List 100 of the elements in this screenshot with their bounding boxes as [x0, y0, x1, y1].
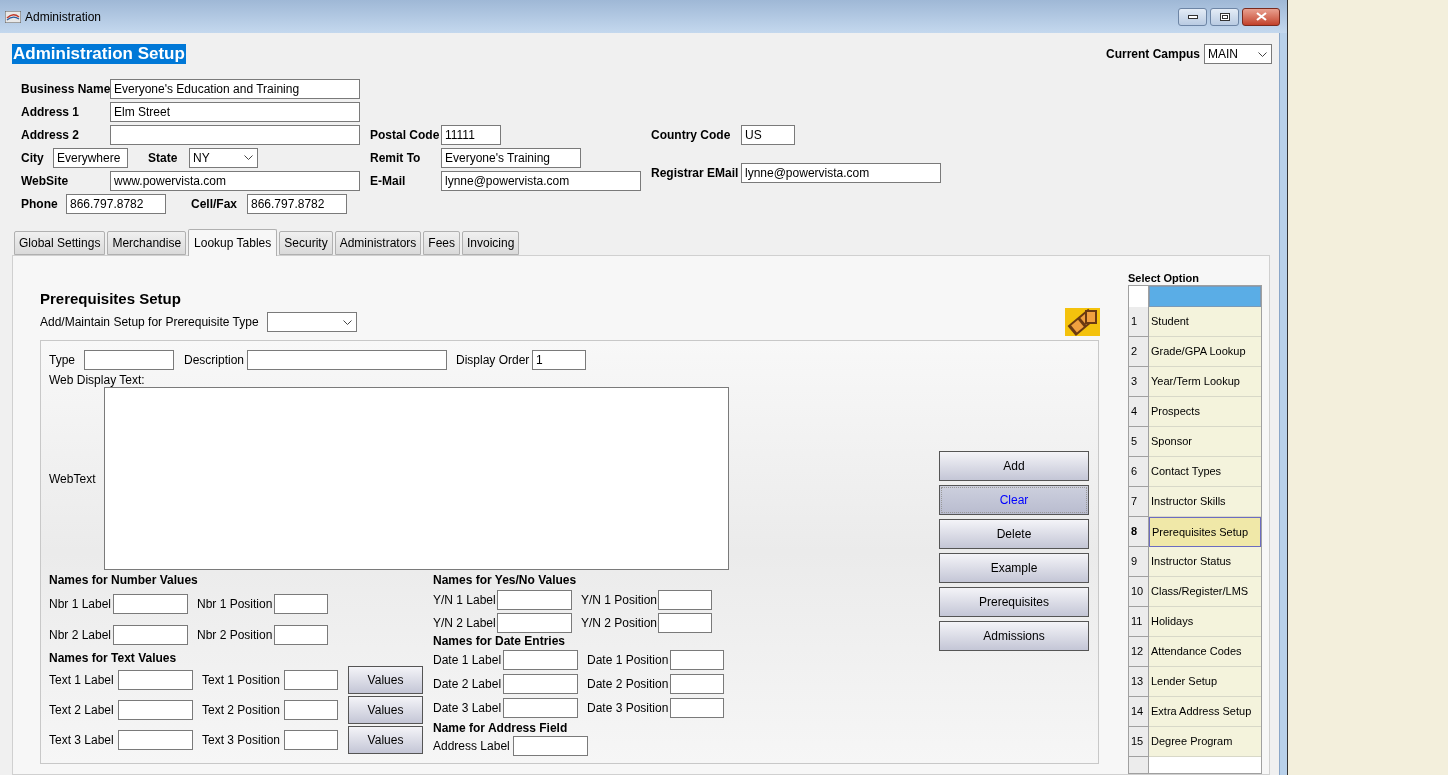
option-item[interactable]: Extra Address Setup	[1149, 697, 1261, 727]
input-field[interactable]: Everywhere	[53, 147, 128, 168]
input-field[interactable]	[247, 350, 447, 370]
field-label: Text 2 Position	[202, 702, 282, 719]
input-field[interactable]	[670, 698, 724, 718]
values-button[interactable]: Values	[348, 666, 423, 694]
row-number: 7	[1129, 487, 1149, 517]
input-field[interactable]	[113, 593, 188, 614]
field-label: Text 1 Position	[202, 672, 282, 689]
page-heading: Administration Setup	[12, 44, 186, 64]
option-item[interactable]: Student	[1149, 307, 1261, 337]
group-heading: Names for Yes/No Values	[433, 573, 578, 588]
maximize-button[interactable]	[1210, 7, 1239, 26]
input-field[interactable]	[497, 589, 572, 610]
option-item[interactable]: Holidays	[1149, 607, 1261, 637]
input-field[interactable]: 866.797.8782	[66, 193, 166, 214]
dropdown[interactable]: NY	[189, 147, 258, 168]
action-button[interactable]: Admissions	[939, 621, 1089, 651]
input-field[interactable]: Everyone's Education and Training	[110, 78, 360, 99]
input-field[interactable]	[658, 612, 712, 633]
webtext-field[interactable]	[104, 387, 729, 570]
tab[interactable]: Global Settings	[14, 231, 106, 255]
tab[interactable]: Invoicing	[462, 231, 520, 255]
option-item[interactable]: Attendance Codes	[1149, 637, 1261, 667]
field-label: Address 2	[21, 126, 81, 144]
option-item[interactable]: Degree Program	[1149, 727, 1261, 757]
option-item[interactable]: Prerequisites Setup	[1149, 517, 1261, 547]
field-label: Y/N 1 Label	[433, 591, 497, 609]
input-field[interactable]	[513, 736, 588, 756]
input-field[interactable]	[503, 698, 578, 718]
input-field[interactable]: lynne@powervista.com	[441, 170, 641, 191]
field-label: Text 2 Label	[49, 702, 115, 719]
dropdown[interactable]: MAIN	[1204, 44, 1272, 64]
input-field[interactable]: 1	[532, 350, 586, 370]
option-item[interactable]: Instructor Status	[1149, 547, 1261, 577]
row-number: 13	[1129, 667, 1149, 697]
input-field[interactable]	[670, 674, 724, 694]
field-label: Text 3 Position	[202, 732, 282, 749]
values-button[interactable]: Values	[348, 726, 423, 754]
input-field[interactable]	[284, 670, 338, 690]
input-field[interactable]: Everyone's Training	[441, 147, 581, 168]
input-field[interactable]	[118, 670, 193, 690]
field-label: Description	[184, 352, 246, 369]
input-field[interactable]: lynne@powervista.com	[741, 162, 941, 183]
minimize-button[interactable]	[1178, 7, 1207, 26]
option-item[interactable]: Lender Setup	[1149, 667, 1261, 697]
field-label: Date 1 Label	[433, 652, 503, 669]
input-field[interactable]	[113, 624, 188, 645]
tab[interactable]: Lookup Tables	[188, 229, 278, 256]
option-item[interactable]: Year/Term Lookup	[1149, 367, 1261, 397]
input-field[interactable]	[503, 650, 578, 670]
field-label: Y/N 2 Position	[581, 614, 658, 632]
input-field[interactable]	[110, 124, 360, 145]
input-field[interactable]: Elm Street	[110, 101, 360, 122]
option-item[interactable]: Sponsor	[1149, 427, 1261, 457]
tab[interactable]: Administrators	[334, 231, 422, 255]
row-number: 5	[1129, 427, 1149, 457]
input-field[interactable]	[658, 589, 712, 610]
option-item[interactable]: Instructor Skills	[1149, 487, 1261, 517]
option-item[interactable]: Prospects	[1149, 397, 1261, 427]
input-field[interactable]	[497, 612, 572, 633]
tab[interactable]: Fees	[423, 231, 460, 255]
action-button[interactable]: Delete	[939, 519, 1089, 549]
close-button[interactable]	[1242, 7, 1280, 26]
field-label: Date 1 Position	[587, 652, 670, 669]
row-number: 11	[1129, 607, 1149, 637]
action-button[interactable]: Clear	[939, 485, 1089, 515]
group-heading: Name for Address Field	[433, 721, 569, 735]
dropdown[interactable]	[266, 312, 357, 332]
input-field[interactable]: www.powervista.com	[110, 170, 360, 191]
input-field[interactable]	[284, 730, 338, 750]
values-button[interactable]: Values	[348, 696, 423, 724]
input-field[interactable]: US	[741, 124, 795, 145]
input-field[interactable]: 11111	[441, 124, 501, 145]
input-field[interactable]	[84, 350, 174, 370]
input-field[interactable]	[670, 650, 724, 670]
option-item[interactable]: Contact Types	[1149, 457, 1261, 487]
option-item[interactable]: Grade/GPA Lookup	[1149, 337, 1261, 367]
action-button[interactable]: Example	[939, 553, 1089, 583]
tab[interactable]: Merchandise	[107, 231, 187, 255]
field-label: Text 1 Label	[49, 672, 115, 689]
field-label: Date 2 Label	[433, 676, 503, 693]
input-field[interactable]	[118, 730, 193, 750]
field-label: Country Code	[651, 126, 732, 144]
input-field[interactable]	[118, 700, 193, 720]
input-field[interactable]	[284, 700, 338, 720]
input-field[interactable]	[274, 593, 328, 614]
field-label: E-Mail	[370, 172, 407, 190]
action-button[interactable]: Add	[939, 451, 1089, 481]
row-number: 6	[1129, 457, 1149, 487]
field-label: Address Label	[433, 738, 511, 755]
close-icon	[1255, 12, 1267, 21]
input-field[interactable]: 866.797.8782	[247, 193, 347, 214]
input-field[interactable]	[503, 674, 578, 694]
group-heading: Names for Date Entries	[433, 634, 567, 648]
option-item[interactable]: Class/Register/LMS	[1149, 577, 1261, 607]
input-field[interactable]	[274, 624, 328, 645]
field-label: City	[21, 149, 45, 167]
action-button[interactable]: Prerequisites	[939, 587, 1089, 617]
tab[interactable]: Security	[279, 231, 333, 255]
